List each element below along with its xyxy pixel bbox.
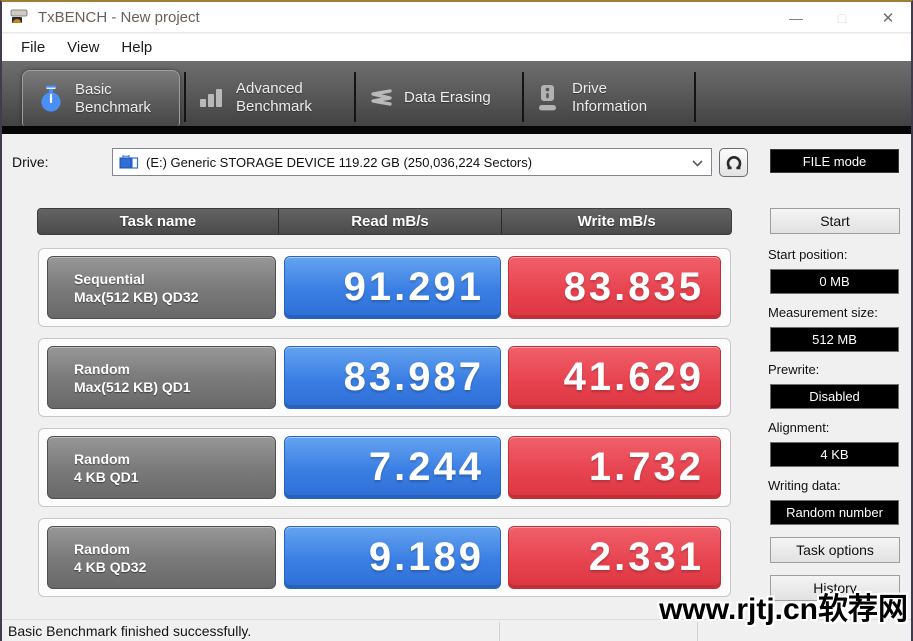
tab-bar-bottom-strip [2, 126, 911, 134]
table-row: Random 4 KB QD1 7.244 1.732 [38, 428, 731, 507]
task-name-line: Max(512 KB) QD1 [74, 378, 275, 396]
column-header-read: Read mB/s [278, 209, 503, 234]
read-value: 9.189 [284, 526, 501, 589]
tab-label: Benchmark [75, 99, 151, 117]
table-header: Task name Read mB/s Write mB/s [37, 208, 732, 235]
write-value: 83.835 [508, 256, 721, 319]
alignment-label: Alignment: [768, 420, 829, 435]
tab-label: Information [572, 98, 647, 116]
task-button-random-qd1[interactable]: Random Max(512 KB) QD1 [47, 346, 276, 409]
menu-view[interactable]: View [58, 36, 108, 59]
drive-selected-value: (E:) Generic STORAGE DEVICE 119.22 GB (2… [146, 155, 532, 170]
read-value: 91.291 [284, 256, 501, 319]
task-name-line: Random [74, 540, 275, 558]
status-divider [499, 622, 500, 641]
measurement-size-label: Measurement size: [768, 305, 878, 320]
tab-separator [184, 72, 186, 122]
write-value: 2.331 [508, 526, 721, 589]
minimize-button[interactable]: — [773, 2, 819, 33]
start-button[interactable]: Start [770, 208, 900, 234]
task-name-line: 4 KB QD32 [74, 558, 275, 576]
tab-drive-information[interactable]: Drive Information [536, 77, 691, 119]
menu-bar: File View Help [2, 34, 911, 61]
tab-label: Advanced [236, 80, 312, 98]
title-bar: TxBENCH - New project — □ ✕ [2, 2, 911, 33]
app-window: TxBENCH - New project — □ ✕ File View He… [0, 0, 913, 641]
stopwatch-icon [39, 85, 63, 113]
measurement-size-value[interactable]: 512 MB [770, 327, 899, 352]
tab-label: Benchmark [236, 98, 312, 116]
tab-basic-benchmark[interactable]: Basic Benchmark [22, 70, 180, 126]
task-options-button[interactable]: Task options [770, 537, 900, 563]
task-name-line: Sequential [74, 270, 275, 288]
column-header-task-name: Task name [38, 209, 278, 234]
chevron-down-icon [692, 160, 703, 167]
bar-chart-icon [198, 87, 224, 109]
refresh-icon [725, 154, 743, 172]
eraser-icon [366, 88, 392, 108]
tab-separator [522, 72, 524, 122]
status-bar: Basic Benchmark finished successfully. [2, 619, 911, 641]
task-button-random-4kb-qd1[interactable]: Random 4 KB QD1 [47, 436, 276, 499]
task-name-line: Random [74, 360, 275, 378]
task-button-random-4kb-qd32[interactable]: Random 4 KB QD32 [47, 526, 276, 589]
tab-label: Data Erasing [404, 89, 491, 107]
close-button[interactable]: ✕ [865, 2, 911, 33]
task-name-line: 4 KB QD1 [74, 468, 275, 486]
maximize-button[interactable]: □ [819, 2, 865, 33]
tab-advanced-benchmark[interactable]: Advanced Benchmark [198, 77, 348, 119]
window-title: TxBENCH - New project [38, 9, 200, 26]
start-position-value[interactable]: 0 MB [770, 269, 899, 294]
menu-file[interactable]: File [12, 36, 54, 59]
tab-bar: Basic Benchmark Advanced Benchmark Data … [2, 61, 911, 134]
prewrite-label: Prewrite: [768, 362, 819, 377]
status-divider [697, 622, 698, 641]
column-header-write: Write mB/s [502, 209, 731, 234]
tab-data-erasing[interactable]: Data Erasing [366, 77, 516, 119]
prewrite-value[interactable]: Disabled [770, 384, 899, 409]
usb-drive-icon [536, 85, 560, 112]
drive-select[interactable]: (E:) Generic STORAGE DEVICE 119.22 GB (2… [112, 148, 712, 176]
writing-data-value[interactable]: Random number [770, 500, 899, 525]
task-button-sequential-qd32[interactable]: Sequential Max(512 KB) QD32 [47, 256, 276, 319]
tab-label: Drive [572, 80, 647, 98]
write-value: 41.629 [508, 346, 721, 409]
read-value: 7.244 [284, 436, 501, 499]
table-row: Sequential Max(512 KB) QD32 91.291 83.83… [38, 248, 731, 327]
write-value: 1.732 [508, 436, 721, 499]
writing-data-label: Writing data: [768, 478, 841, 493]
menu-help[interactable]: Help [112, 36, 161, 59]
table-row: Random Max(512 KB) QD1 83.987 41.629 [38, 338, 731, 417]
read-value: 83.987 [284, 346, 501, 409]
tab-separator [354, 72, 356, 122]
task-name-line: Max(512 KB) QD32 [74, 288, 275, 306]
task-name-line: Random [74, 450, 275, 468]
refresh-drives-button[interactable] [719, 148, 748, 177]
app-icon [10, 9, 30, 25]
history-button[interactable]: History [770, 575, 900, 601]
start-position-label: Start position: [768, 247, 848, 262]
table-row: Random 4 KB QD32 9.189 2.331 [38, 518, 731, 597]
drive-label: Drive: [12, 154, 49, 170]
alignment-value[interactable]: 4 KB [770, 442, 899, 467]
status-message: Basic Benchmark finished successfully. [8, 623, 251, 639]
tab-separator [694, 72, 696, 122]
drive-icon [119, 155, 139, 170]
tab-label: Basic [75, 81, 151, 99]
file-mode-badge: FILE mode [770, 149, 899, 173]
